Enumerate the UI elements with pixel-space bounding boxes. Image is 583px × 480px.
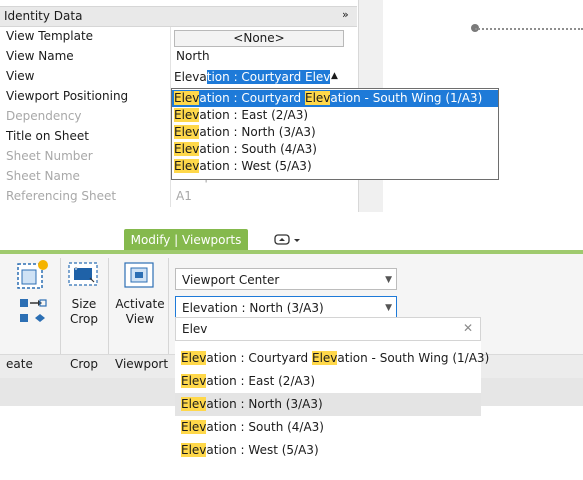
view-option[interactable]: Elevation : Courtyard Elevation - South … [172, 90, 498, 107]
tab-modify-viewports[interactable]: Modify | Viewports [124, 229, 248, 251]
view-field[interactable]: Elevation : Courtyard Elev [174, 70, 331, 84]
panel-label-viewport: Viewport [115, 357, 169, 371]
view-search-option[interactable]: Elevation : South (4/A3) [175, 416, 481, 439]
property-label: Referencing Sheet [6, 189, 117, 203]
panel-separator [108, 258, 109, 354]
item-text: ation : East (2/A3) [199, 108, 309, 122]
match-highlight: Elev [174, 125, 200, 139]
panel-label-create: eate [6, 357, 33, 371]
match-highlight: Elev [312, 351, 338, 365]
item-text: ation : North (3/A3) [206, 397, 323, 411]
view-option[interactable]: Elevation : East (2/A3) [172, 107, 498, 124]
clear-icon[interactable]: ✕ [463, 321, 473, 335]
property-label: Title on Sheet [6, 129, 89, 143]
property-value[interactable]: North [176, 49, 210, 63]
dotted-connector-line [475, 28, 583, 30]
view-option[interactable]: Elevation : North (3/A3) [172, 124, 498, 141]
view-option[interactable]: Elevation : West (5/A3) [172, 158, 498, 175]
match-highlight: Elev [174, 91, 200, 105]
view-search-option[interactable]: Elevation : Courtyard Elevation - South … [175, 347, 489, 370]
view-template-button[interactable]: <None> [174, 30, 344, 47]
item-text: ation : East (2/A3) [206, 374, 316, 388]
view-option[interactable]: Elevation : South (4/A3) [172, 141, 498, 158]
chevron-down-icon: ▼ [385, 275, 392, 285]
view-selector-combo[interactable]: Elevation : North (3/A3) ▼ [175, 296, 397, 318]
chevron-down-icon: ▼ [385, 303, 392, 313]
item-text: ation - South Wing (1/A3) [337, 351, 490, 365]
view-dropdown-list: Elevation : Courtyard Elevation - South … [171, 88, 499, 180]
size-crop-button[interactable]: Size Crop [62, 297, 106, 327]
activate-view-button[interactable]: Activate View [112, 297, 168, 327]
size-crop-icon[interactable] [66, 260, 102, 290]
match-highlight: Elev [181, 443, 207, 457]
match-highlight: Elev [181, 397, 207, 411]
view-search-dropdown: Elev ✕ Elevation : Courtyard Elevation -… [175, 317, 489, 463]
item-text: ation : Courtyard [206, 351, 312, 365]
item-text: ation : West (5/A3) [199, 159, 312, 173]
match-highlight: Elev [174, 142, 200, 156]
item-text: ation - South Wing (1/A3) [330, 91, 483, 105]
property-row[interactable]: Referencing Sheet A1 [0, 187, 357, 207]
match-highlight: Elev [305, 91, 331, 105]
view-search-option[interactable]: Elevation : West (5/A3) [175, 439, 481, 462]
section-header-identity-data[interactable]: Identity Data » [0, 6, 357, 27]
item-text: ation : North (3/A3) [199, 125, 316, 139]
match-highlight: Elev [181, 351, 207, 365]
view-search-option[interactable]: Elevation : East (2/A3) [175, 370, 481, 393]
match-highlight: Elev [181, 420, 207, 434]
item-text: ation : Courtyard [199, 91, 305, 105]
create-view-icon[interactable] [14, 258, 50, 292]
match-highlight: Elev [181, 374, 207, 388]
chevron-double-up-icon[interactable]: » [342, 8, 349, 21]
property-label: View Template [6, 29, 94, 43]
match-highlight: Elev [174, 159, 200, 173]
item-text: ation : South (4/A3) [199, 142, 317, 156]
viewport-positioning-combo[interactable]: Viewport Center ▼ [175, 268, 397, 290]
panel-separator [168, 258, 169, 354]
column-divider [170, 187, 171, 207]
view-search-input[interactable]: Elev ✕ [175, 317, 481, 341]
property-label: Dependency [6, 109, 82, 123]
column-divider [170, 27, 171, 47]
panel-toggle-icon[interactable] [272, 231, 308, 249]
section-title: Identity Data [4, 9, 83, 23]
property-label: View [6, 69, 35, 83]
activate-view-icon[interactable] [122, 260, 158, 290]
column-divider [170, 67, 171, 87]
chevron-up-icon[interactable]: ▲ [331, 71, 338, 81]
panel-label-crop: Crop [70, 357, 99, 371]
item-text: ation : West (5/A3) [206, 443, 319, 457]
match-highlight: Elev [174, 108, 200, 122]
property-label: Viewport Positioning [6, 89, 129, 103]
property-label: Sheet Number [6, 149, 93, 163]
property-label: View Name [6, 49, 74, 63]
align-views-icon[interactable] [16, 296, 50, 328]
property-value: A1 [176, 189, 192, 203]
column-divider [170, 47, 171, 67]
view-search-option[interactable]: Elevation : North (3/A3) [175, 393, 481, 416]
property-row[interactable]: View Name North [0, 47, 357, 67]
property-label: Sheet Name [6, 169, 80, 183]
panel-separator [60, 258, 61, 354]
item-text: ation : South (4/A3) [206, 420, 324, 434]
